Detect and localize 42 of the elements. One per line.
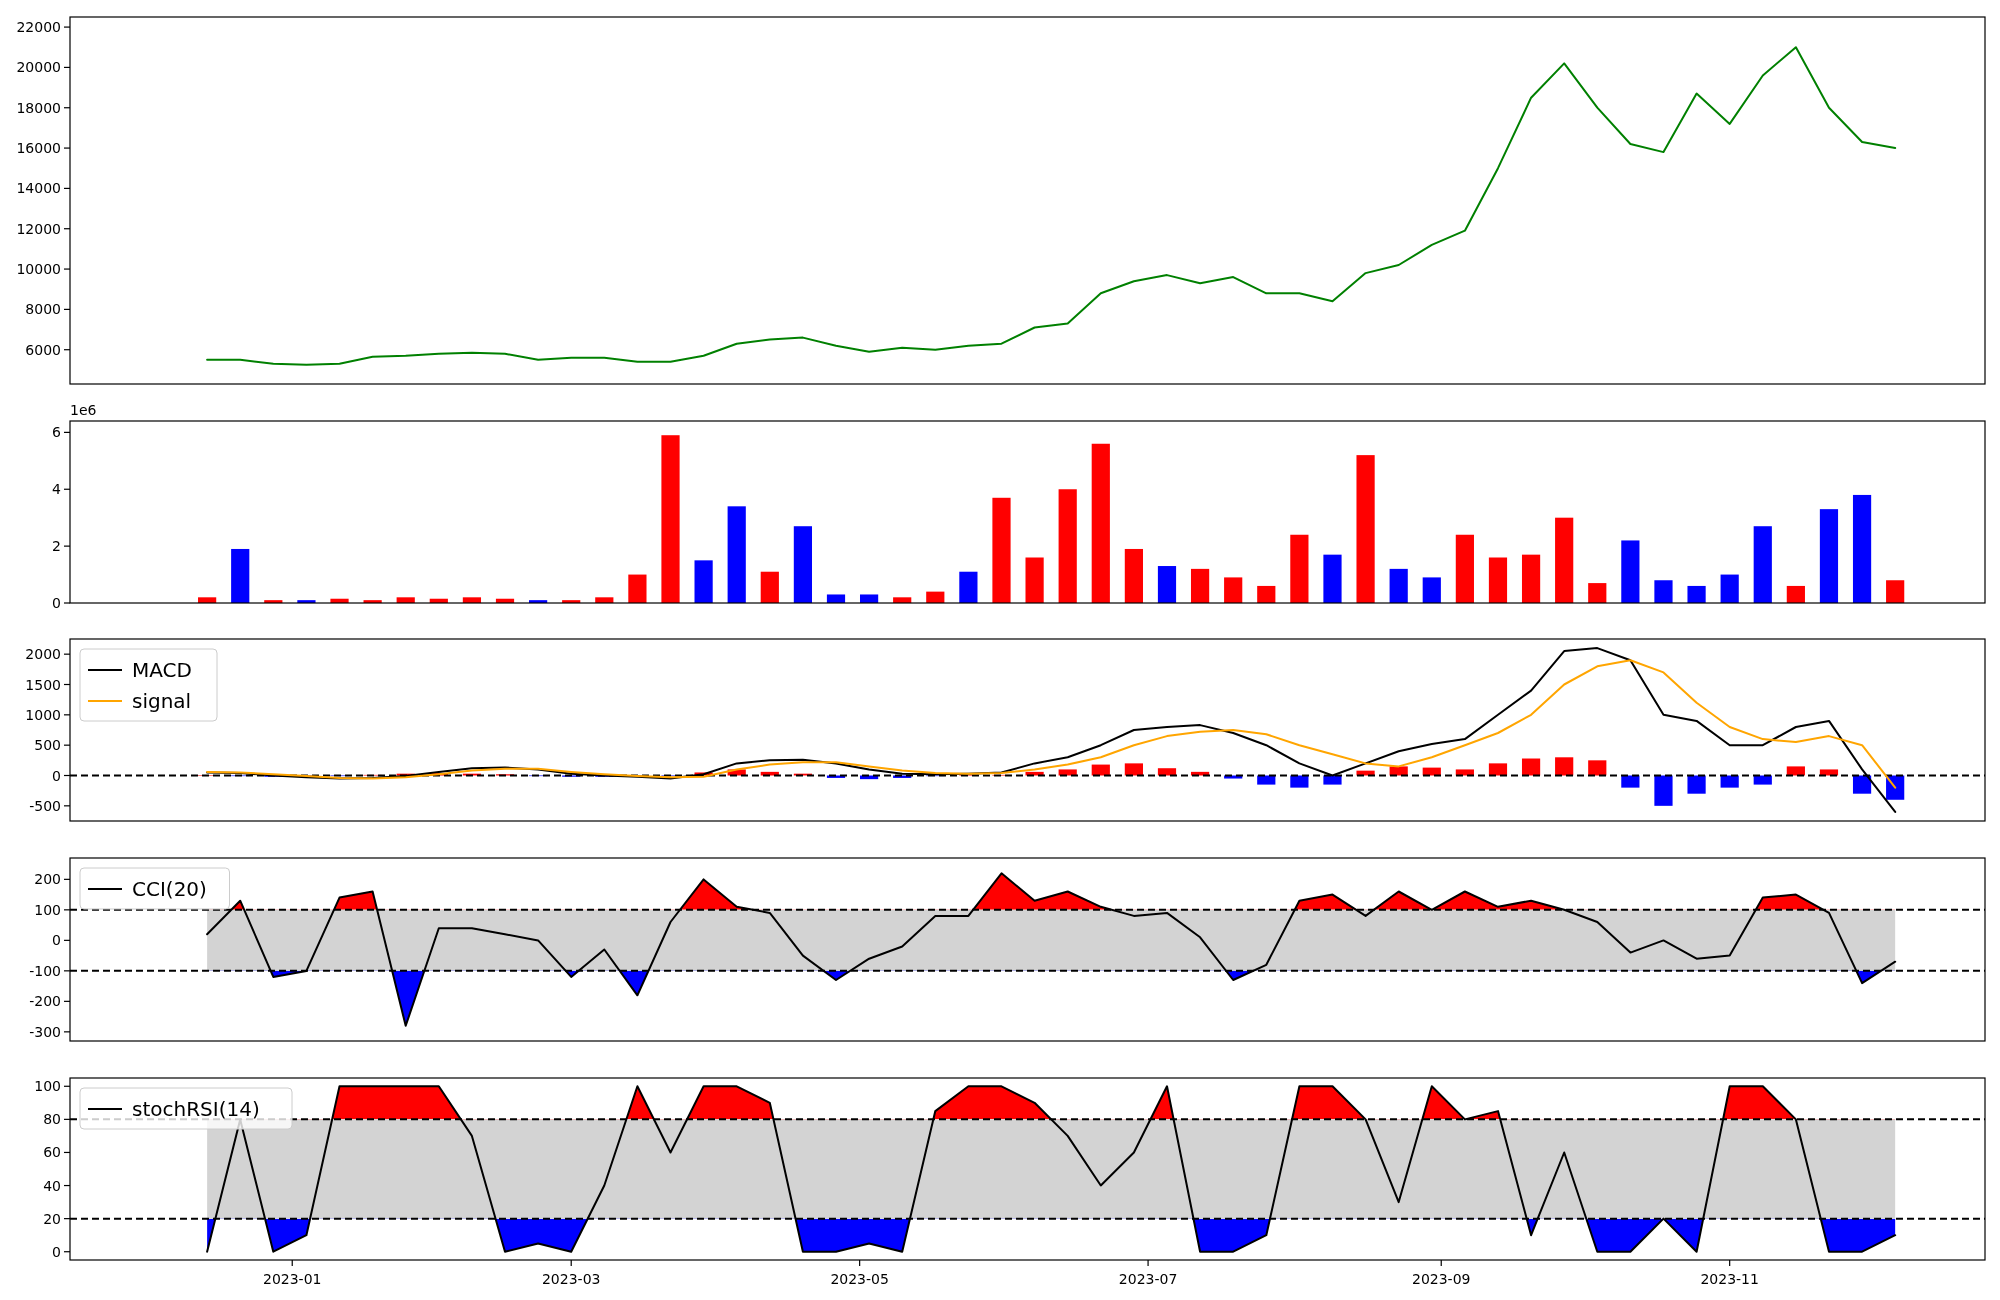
y-tick-label: -100 [29, 962, 61, 979]
x-tick-label: 2023-01 [263, 1271, 322, 1287]
y-tick-label: 1500 [25, 676, 61, 693]
y-tick-label: 200 [34, 871, 61, 888]
y-tick-label: 100 [34, 901, 61, 918]
x-tick-label: 2023-09 [1412, 1271, 1471, 1287]
y-tick-label: -300 [29, 1023, 61, 1040]
y-tick-label: 0 [52, 932, 61, 949]
y-tick-label: 2 [52, 538, 61, 555]
y-tick-label: 22000 [16, 19, 61, 36]
y-tick-label: 500 [34, 737, 61, 754]
y-tick-label: 0 [52, 1243, 61, 1260]
y-tick-label: 6 [52, 424, 61, 441]
x-tick-label: 2023-03 [541, 1271, 601, 1287]
legend-label: CCI(20) [132, 877, 207, 901]
y-tick-label: 4 [52, 481, 61, 498]
y-tick-label: 20000 [16, 59, 61, 76]
y-tick-label: 20 [43, 1210, 61, 1227]
y-tick-label: 14000 [16, 180, 61, 197]
x-tick-label: 2023-11 [1700, 1271, 1759, 1287]
y-tick-label: 12000 [16, 220, 61, 237]
y-tick-label: -500 [29, 797, 61, 814]
y-tick-label: 10000 [16, 261, 61, 278]
y-tick-label: 40 [43, 1177, 61, 1194]
legend-label: stochRSI(14) [132, 1097, 260, 1121]
y-tick-label: 8000 [25, 301, 61, 318]
legend-label: MACD [132, 658, 192, 682]
y-tick-label: -200 [29, 993, 61, 1010]
x-tick-label: 2023-05 [830, 1271, 889, 1287]
axis-offset-label: 1e6 [70, 402, 97, 418]
legend-label: signal [132, 689, 192, 713]
y-tick-label: 6000 [25, 341, 61, 358]
y-tick-label: 60 [43, 1144, 61, 1161]
y-tick-label: 18000 [16, 99, 61, 116]
y-tick-label: 0 [52, 595, 61, 611]
y-tick-label: 0 [52, 767, 61, 784]
y-tick-label: 2000 [25, 646, 61, 663]
y-tick-label: 16000 [16, 140, 61, 157]
y-tick-label: 100 [34, 1078, 61, 1095]
y-tick-label: 80 [43, 1111, 61, 1128]
y-tick-label: 1000 [25, 706, 61, 723]
x-tick-label: 2023-07 [1118, 1271, 1178, 1287]
